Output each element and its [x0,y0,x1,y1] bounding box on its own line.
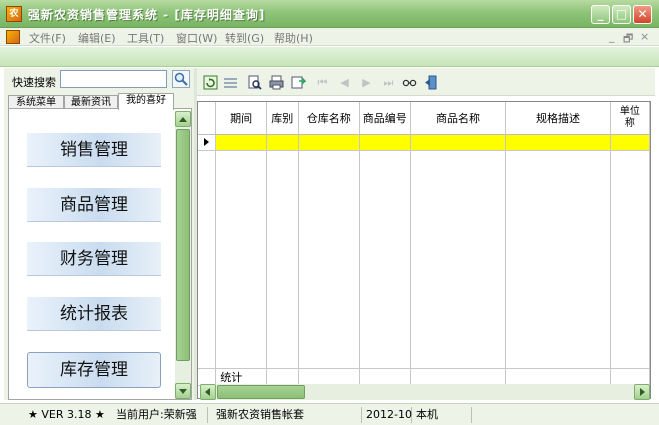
next-record-icon[interactable]: ▶ [359,75,374,90]
period-label: 2012-10 [362,407,412,423]
chevron-up-icon [179,117,187,122]
column-header-product-code[interactable]: 商品编号 [359,102,411,135]
title-bar: 农 强新农资销售管理系统 - [库存明细查询] _ □ ✕ [0,0,659,28]
table-row-selected[interactable] [198,134,650,151]
sidebar-vertical-scrollbar[interactable] [175,111,191,399]
account-set-label: 强新农资销售帐套 [212,407,362,423]
module-inventory-management[interactable]: 库存管理 [27,352,161,388]
table-cell[interactable] [215,134,267,151]
module-list: 销售管理 商品管理 财务管理 统计报表 库存管理 [15,115,173,395]
mdi-minimize-button[interactable]: _ [609,30,615,43]
scroll-down-button[interactable] [175,383,191,399]
menu-edit[interactable]: 编辑(E) [78,30,116,46]
print-icon[interactable] [269,75,284,90]
column-header-product-name[interactable]: 商品名称 [410,102,507,135]
grid-header-row: 期间 库别 仓库名称 商品编号 商品名称 规格描述 单位 称 [198,102,650,135]
table-cell[interactable] [610,134,650,151]
minimize-button[interactable]: _ [591,5,610,24]
menu-bar: 文件(F) 编辑(E) 工具(T) 窗口(W) 转到(G) 帮助(H) _ 🗗 … [0,28,659,46]
tab-my-favorites[interactable]: 我的喜好 [118,93,174,110]
table-cell[interactable] [266,134,299,151]
tab-system-menu[interactable]: 系统菜单 [8,95,64,109]
menu-goto[interactable]: 转到(G) [225,30,264,46]
scroll-thumb[interactable] [176,129,190,361]
document-icon[interactable] [6,30,20,44]
menu-tools[interactable]: 工具(T) [127,30,164,46]
menu-file[interactable]: 文件(F) [29,30,66,46]
export-icon[interactable] [291,75,306,90]
table-cell[interactable] [505,134,611,151]
exit-icon[interactable] [424,75,439,90]
menu-window[interactable]: 窗口(W) [176,30,217,46]
status-bar: ★ VER 3.18 ★ 当前用户:荣新强 强新农资销售帐套 2012-10 本… [0,403,659,425]
search-icon [174,72,188,86]
chevron-left-icon [205,388,210,396]
row-indicator [198,134,217,151]
header-band [0,47,659,67]
column-header-warehouse-type[interactable]: 库别 [266,102,299,135]
grid-table: 期间 库别 仓库名称 商品编号 商品名称 规格描述 单位 称 统计 [198,102,650,386]
favorites-panel: 销售管理 商品管理 财务管理 统计报表 库存管理 [8,108,192,400]
module-sales-management[interactable]: 销售管理 [27,133,161,167]
horizontal-scroll-thumb[interactable] [217,385,305,399]
inventory-detail-grid: 期间 库别 仓库名称 商品编号 商品名称 规格描述 单位 称 统计 [197,101,651,399]
glasses-icon[interactable] [402,75,417,90]
column-header-spec[interactable]: 规格描述 [505,102,611,135]
sidebar-tabs: 系统菜单 最新资讯 我的喜好 [8,93,194,110]
scroll-right-button[interactable] [634,384,650,400]
table-cell[interactable] [410,134,507,151]
first-record-icon[interactable]: ⏮ [315,75,330,90]
module-finance-management[interactable]: 财务管理 [27,242,161,276]
column-header-period[interactable]: 期间 [215,102,267,135]
window-title: 强新农资销售管理系统 - [库存明细查询] [28,8,266,22]
current-user-label: 当前用户:荣新强 [112,407,208,423]
prev-record-icon[interactable]: ◀ [337,75,352,90]
scroll-left-button[interactable] [200,384,216,400]
app-logo-icon: 农 [6,6,22,22]
quick-search-input[interactable] [60,70,167,88]
column-header-unit[interactable]: 单位 称 [610,102,650,135]
version-label: ★ VER 3.18 ★ [28,408,105,421]
summary-row: 统计 [198,367,650,386]
tab-latest-news[interactable]: 最新资讯 [64,95,118,109]
menu-help[interactable]: 帮助(H) [274,30,313,46]
summary-label: 统计 [215,367,267,386]
module-product-management[interactable]: 商品管理 [27,188,161,222]
preview-icon[interactable] [247,75,262,90]
column-header-warehouse-name[interactable]: 仓库名称 [298,102,360,135]
chevron-right-icon [640,388,645,396]
list-icon[interactable] [223,75,238,90]
mdi-close-button[interactable]: × [640,30,649,43]
grid-horizontal-scrollbar[interactable] [200,384,650,400]
table-empty-area [198,150,650,368]
location-label: 本机 [412,407,472,423]
toolbar: ⏮ ◀ ▶ ⏭ [197,68,655,96]
quick-search-button[interactable] [172,70,190,88]
refresh-icon[interactable] [203,75,218,90]
close-button[interactable]: ✕ [633,5,652,24]
table-cell[interactable] [298,134,360,151]
quick-search-label: 快速搜索 [12,76,56,89]
module-statistics-report[interactable]: 统计报表 [27,297,161,331]
scroll-up-button[interactable] [175,111,191,127]
table-cell[interactable] [359,134,411,151]
last-record-icon[interactable]: ⏭ [381,75,396,90]
current-row-arrow-icon [204,138,209,146]
grid-header-indicator [198,102,217,135]
maximize-button[interactable]: □ [612,5,631,24]
sidebar: 快速搜索 系统菜单 最新资讯 我的喜好 销售管理 商品管理 财务管理 统计报表 … [4,68,194,400]
chevron-down-icon [179,389,187,394]
